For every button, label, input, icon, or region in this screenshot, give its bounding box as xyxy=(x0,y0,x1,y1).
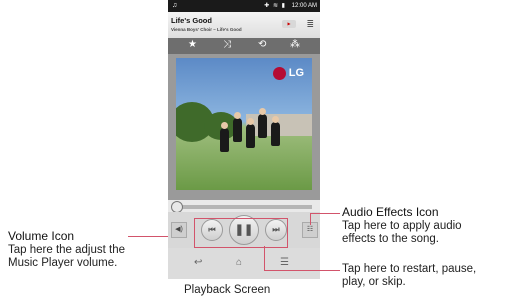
nav-bar: ↩ ⌂ ☰ xyxy=(168,248,320,279)
playback-annotation-text: Tap here to restart, pause, xyxy=(342,263,477,275)
progress-bar[interactable] xyxy=(176,205,312,209)
album-art: LG xyxy=(176,58,312,190)
status-time: 12:00 AM xyxy=(291,3,317,9)
playback-callout-line xyxy=(264,246,265,270)
lg-logo-text: LG xyxy=(288,67,304,79)
playback-buttons-highlight xyxy=(194,218,288,248)
effects-callout-line xyxy=(310,213,311,225)
song-header: Life's Good Vienna Boys' Choir – Life's … xyxy=(168,12,320,38)
status-icons: ✚ ≋ ▮ xyxy=(264,3,286,9)
effects-annotation-text: effects to the song. xyxy=(342,233,439,245)
status-bar: ♫ ✚ ≋ ▮ 12:00 AM xyxy=(168,0,320,12)
album-art-area: LG 0:00 3:14 xyxy=(168,54,320,256)
choir-figure xyxy=(246,118,255,148)
playback-callout-line xyxy=(264,270,340,271)
youtube-icon[interactable]: ▶ xyxy=(282,20,296,28)
figure-caption: Playback Screen xyxy=(184,284,271,296)
choir-figure xyxy=(220,122,229,152)
volume-icon[interactable]: ◀) xyxy=(171,222,187,238)
effects-annotation-text: Tap here to apply audio xyxy=(342,220,462,232)
menu-icon[interactable]: ☰ xyxy=(280,257,289,268)
shuffle-icon[interactable]: ⤨ xyxy=(223,39,231,50)
volume-annotation-title: Volume Icon xyxy=(8,229,75,243)
back-icon[interactable]: ↩ xyxy=(194,257,202,268)
choir-figure xyxy=(233,112,242,142)
lg-logo: LG xyxy=(272,66,304,80)
playlist-icon[interactable]: ≣ xyxy=(306,19,314,30)
song-subtitle: Vienna Boys' Choir – Life's Good xyxy=(171,27,242,32)
player-toolbar: ★ ⤨ ⟲ ⁂ xyxy=(168,38,320,54)
music-note-icon: ♫ xyxy=(172,2,178,9)
volume-annotation-text: Music Player volume. xyxy=(8,257,118,269)
effects-annotation-title: Audio Effects Icon xyxy=(342,205,439,219)
share-icon[interactable]: ⁂ xyxy=(290,39,300,50)
star-icon[interactable]: ★ xyxy=(188,39,197,50)
effects-callout-line xyxy=(310,213,340,214)
volume-annotation-text: Tap here the adjust the xyxy=(8,244,125,256)
repeat-icon[interactable]: ⟲ xyxy=(258,39,266,50)
playback-annotation-text: play, or skip. xyxy=(342,276,406,288)
choir-figure xyxy=(271,116,280,146)
volume-callout-line xyxy=(128,236,168,237)
choir-figure xyxy=(258,108,267,138)
home-icon[interactable]: ⌂ xyxy=(236,257,242,268)
lg-logo-mark xyxy=(272,66,286,80)
song-title: Life's Good xyxy=(171,16,212,25)
